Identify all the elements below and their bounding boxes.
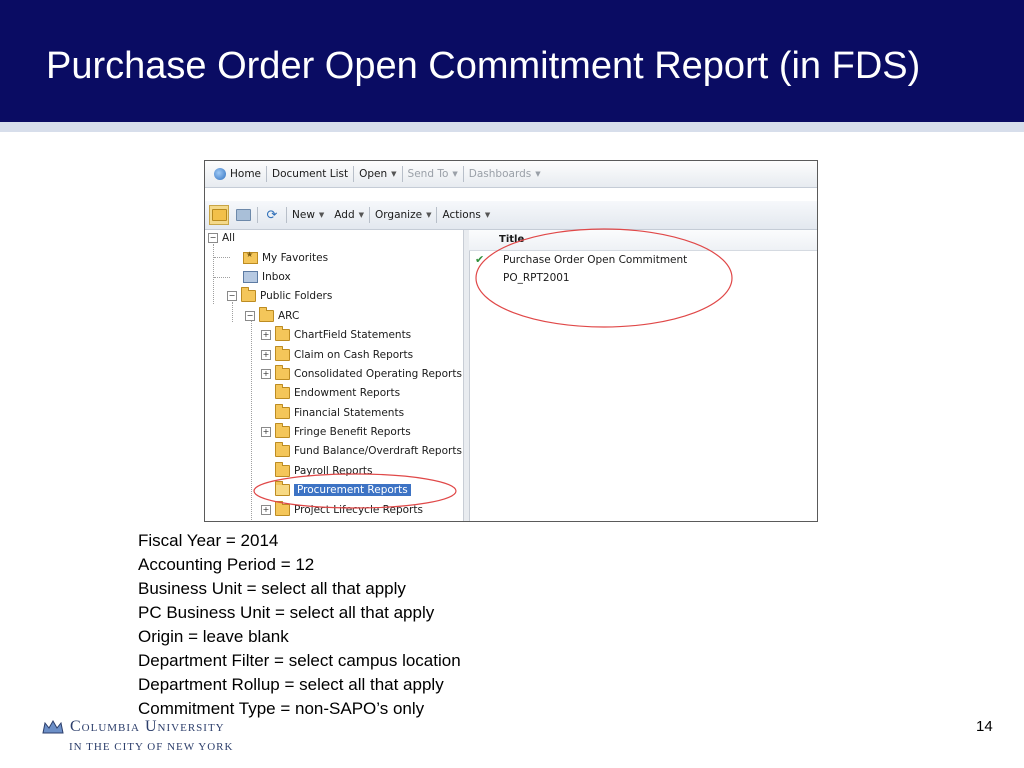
parameter-line: Department Rollup = select all that appl…: [138, 675, 444, 694]
page-number: 14: [976, 718, 993, 735]
logo-name: Columbia University: [70, 718, 225, 735]
parameter-line: Fiscal Year = 2014: [138, 531, 279, 550]
logo-subtitle: IN THE CITY OF NEW YORK: [69, 741, 234, 753]
columbia-logo: Columbia University: [42, 718, 225, 736]
parameter-line: Origin = leave blank: [138, 627, 289, 646]
crown-icon: [42, 719, 64, 734]
slide-title: Purchase Order Open Commitment Report (i…: [46, 45, 921, 87]
header-rule: [0, 122, 1024, 132]
report-parameters: Fiscal Year = 2014 Accounting Period = 1…: [138, 529, 461, 721]
parameter-line: Department Filter = select campus locati…: [138, 651, 461, 670]
annotation-ellipse-procurement: [253, 473, 457, 509]
annotation-overlay: [253, 228, 733, 509]
screenshot-frame: Home Document List Open ▼ Send To ▼ Dash…: [204, 160, 818, 522]
slide-header: Purchase Order Open Commitment Report (i…: [0, 0, 1024, 122]
parameter-line: Business Unit = select all that apply: [138, 579, 406, 598]
parameter-line: Accounting Period = 12: [138, 555, 315, 574]
parameter-line: PC Business Unit = select all that apply: [138, 603, 435, 622]
annotation-ellipse-title: [475, 228, 733, 328]
